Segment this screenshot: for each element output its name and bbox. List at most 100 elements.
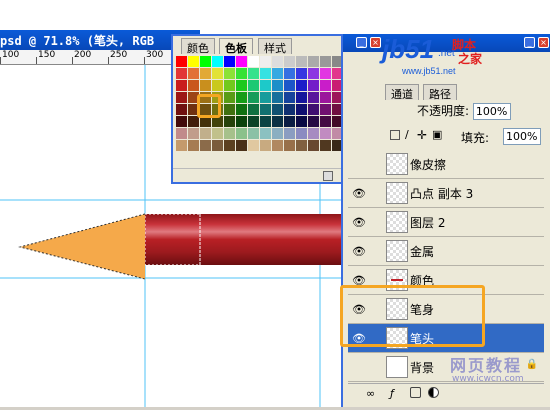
color-swatch[interactable]	[236, 92, 247, 103]
color-swatch[interactable]	[176, 68, 187, 79]
color-swatch[interactable]	[320, 92, 331, 103]
color-swatch[interactable]	[212, 140, 223, 151]
color-swatch[interactable]	[308, 116, 319, 127]
layers-close-button[interactable]: ×	[538, 37, 549, 48]
color-swatch[interactable]	[200, 56, 211, 67]
color-swatch[interactable]	[308, 140, 319, 151]
color-swatch[interactable]	[176, 92, 187, 103]
color-swatch[interactable]	[272, 140, 283, 151]
color-swatch[interactable]	[176, 80, 187, 91]
color-swatch[interactable]	[308, 92, 319, 103]
adjustment-layer-icon[interactable]	[428, 387, 439, 398]
color-swatch[interactable]	[296, 140, 307, 151]
color-swatch[interactable]	[224, 80, 235, 91]
color-swatch[interactable]	[176, 140, 187, 151]
color-swatch[interactable]	[248, 128, 259, 139]
color-swatch[interactable]	[224, 104, 235, 115]
layer-mask-icon[interactable]	[410, 387, 421, 398]
tab-paths[interactable]: 路径	[423, 84, 457, 101]
color-swatch[interactable]	[176, 56, 187, 67]
tab-channels[interactable]: 通道	[385, 84, 419, 101]
eye-icon[interactable]	[351, 158, 367, 172]
color-swatch[interactable]	[320, 68, 331, 79]
color-swatch[interactable]	[248, 104, 259, 115]
tab-styles[interactable]: 样式	[258, 38, 292, 55]
color-swatch[interactable]	[260, 80, 271, 91]
color-swatch[interactable]	[284, 140, 295, 151]
lock-move-icon[interactable]: ✛	[417, 128, 427, 142]
color-swatch[interactable]	[176, 104, 187, 115]
color-swatch[interactable]	[224, 68, 235, 79]
color-swatch[interactable]	[308, 56, 319, 67]
color-swatch[interactable]	[296, 92, 307, 103]
color-swatch[interactable]	[320, 80, 331, 91]
eye-icon[interactable]: 👁	[351, 216, 367, 230]
color-swatch[interactable]	[224, 92, 235, 103]
color-swatch[interactable]	[248, 80, 259, 91]
color-swatch[interactable]	[260, 128, 271, 139]
color-swatch[interactable]	[236, 140, 247, 151]
color-swatch[interactable]	[236, 104, 247, 115]
color-swatch[interactable]	[260, 140, 271, 151]
color-swatch[interactable]	[260, 116, 271, 127]
color-swatch[interactable]	[224, 128, 235, 139]
color-swatch[interactable]	[308, 104, 319, 115]
color-swatch[interactable]	[260, 56, 271, 67]
tab-swatches[interactable]: 色板	[219, 38, 253, 55]
color-swatch[interactable]	[248, 116, 259, 127]
color-swatch[interactable]	[284, 68, 295, 79]
new-swatch-icon[interactable]	[323, 171, 333, 181]
color-swatch[interactable]	[272, 116, 283, 127]
color-swatch[interactable]	[188, 128, 199, 139]
tab-color[interactable]: 颜色	[181, 38, 215, 55]
layer-row[interactable]: 👁 图层 2	[348, 208, 544, 237]
link-layers-icon[interactable]: ∞	[366, 387, 375, 400]
color-swatch[interactable]	[284, 104, 295, 115]
color-swatch[interactable]	[236, 68, 247, 79]
color-swatch[interactable]	[272, 68, 283, 79]
color-swatch[interactable]	[296, 68, 307, 79]
color-swatch[interactable]	[224, 116, 235, 127]
color-swatch[interactable]	[248, 68, 259, 79]
color-swatch[interactable]	[200, 140, 211, 151]
color-swatch[interactable]	[320, 128, 331, 139]
color-swatch[interactable]	[236, 56, 247, 67]
color-swatch[interactable]	[236, 116, 247, 127]
color-swatch[interactable]	[308, 128, 319, 139]
color-swatch[interactable]	[176, 128, 187, 139]
color-swatch[interactable]	[188, 68, 199, 79]
color-swatch[interactable]	[200, 128, 211, 139]
color-swatch[interactable]	[176, 116, 187, 127]
layers-minimize-button[interactable]: _	[524, 37, 535, 48]
swatch-close-button[interactable]: ×	[370, 37, 381, 48]
color-swatch[interactable]	[260, 68, 271, 79]
layer-row[interactable]: 像皮擦	[348, 150, 544, 179]
fill-input[interactable]: 100%	[503, 128, 541, 145]
color-swatch[interactable]	[320, 104, 331, 115]
color-swatch[interactable]	[188, 56, 199, 67]
color-swatch[interactable]	[272, 80, 283, 91]
color-swatch[interactable]	[296, 116, 307, 127]
color-swatch[interactable]	[320, 116, 331, 127]
color-swatch[interactable]	[200, 80, 211, 91]
color-swatch[interactable]	[248, 56, 259, 67]
color-swatch[interactable]	[272, 56, 283, 67]
color-swatch[interactable]	[272, 128, 283, 139]
color-swatch[interactable]	[284, 56, 295, 67]
eye-icon[interactable]: 👁	[351, 245, 367, 259]
opacity-input[interactable]: 100%	[472, 103, 511, 120]
color-swatch[interactable]	[224, 140, 235, 151]
lock-transparency-icon[interactable]	[390, 130, 400, 140]
layer-row[interactable]: 👁 金属	[348, 237, 544, 266]
color-swatch[interactable]	[248, 92, 259, 103]
color-swatch[interactable]	[272, 104, 283, 115]
color-swatch[interactable]	[296, 80, 307, 91]
eye-icon[interactable]	[351, 361, 367, 375]
color-swatch[interactable]	[200, 68, 211, 79]
color-swatch[interactable]	[260, 104, 271, 115]
color-swatch[interactable]	[296, 104, 307, 115]
color-swatch[interactable]	[212, 68, 223, 79]
layer-style-icon[interactable]: ƒ	[390, 387, 394, 400]
color-swatch[interactable]	[188, 140, 199, 151]
color-swatch[interactable]	[248, 140, 259, 151]
